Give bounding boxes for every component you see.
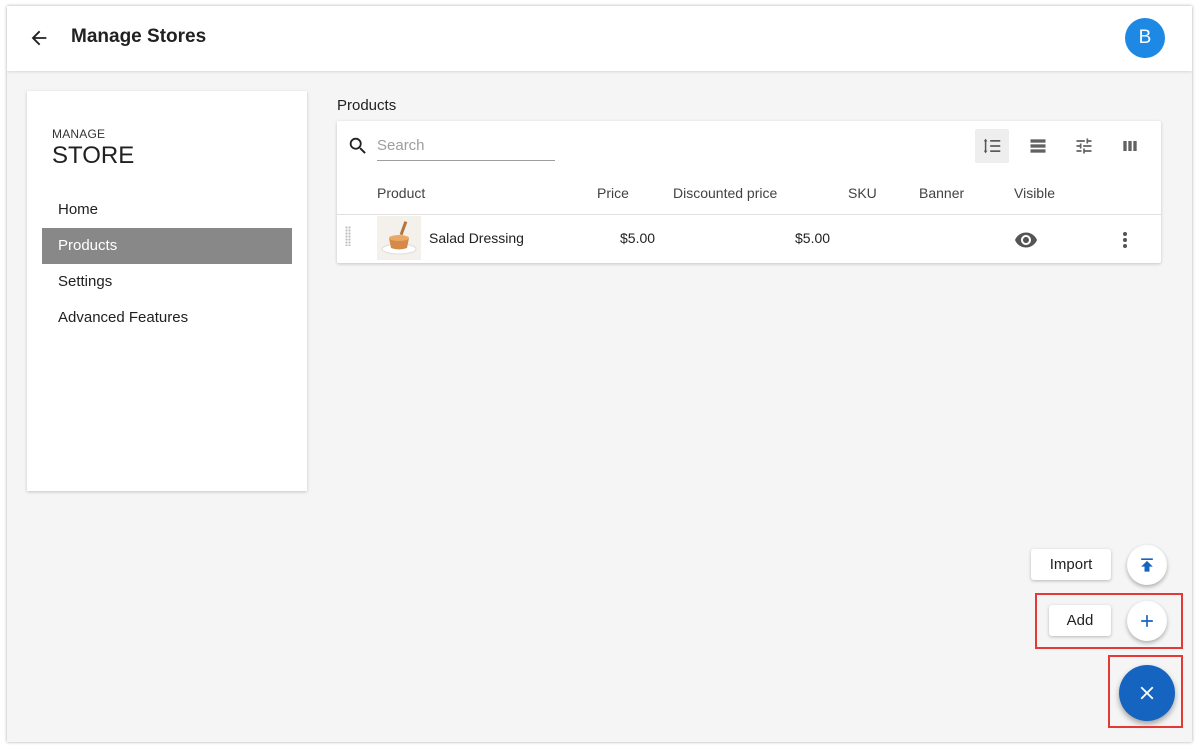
- section-title: Products: [337, 97, 397, 114]
- reorder-toggle[interactable]: [975, 129, 1009, 163]
- page-title: Manage Stores: [71, 26, 207, 47]
- product-price: $5.00: [620, 230, 656, 246]
- product-discounted-price: $5.00: [795, 230, 831, 246]
- sidebar-heading: STORE: [52, 142, 135, 169]
- table-row[interactable]: Salad Dressing $5.00 $5.00: [337, 214, 1161, 263]
- search-icon: [349, 137, 366, 154]
- tune-icon: [1076, 138, 1092, 154]
- import-button[interactable]: [1127, 545, 1167, 585]
- back-button[interactable]: [25, 24, 53, 52]
- column-header-sku[interactable]: SKU: [848, 185, 877, 201]
- highlight-fab: [1108, 655, 1183, 728]
- view-list-icon: [1030, 139, 1046, 153]
- app-frame: Manage Stores B MANAGE STORE Home Produc…: [7, 6, 1192, 742]
- highlight-add: [1035, 593, 1183, 649]
- search-input[interactable]: [377, 131, 555, 161]
- eye-icon: [1015, 232, 1037, 248]
- view-list-button[interactable]: [1021, 129, 1055, 163]
- more-vert-icon: [1123, 232, 1127, 248]
- sidebar-item-settings[interactable]: Settings: [42, 264, 292, 300]
- publish-icon: [1141, 558, 1153, 572]
- column-header-price[interactable]: Price: [597, 185, 629, 201]
- view-column-icon: [1123, 141, 1137, 151]
- sidebar-nav: Home Products Settings Advanced Features: [42, 192, 292, 336]
- sidebar-eyebrow: MANAGE: [52, 127, 106, 141]
- sidebar-item-advanced-features[interactable]: Advanced Features: [42, 300, 292, 336]
- columns-button[interactable]: [1113, 129, 1147, 163]
- column-header-product[interactable]: Product: [377, 185, 425, 201]
- product-name: Salad Dressing: [429, 230, 524, 246]
- row-menu-button[interactable]: [1115, 228, 1135, 252]
- product-thumbnail: [377, 216, 421, 260]
- avatar[interactable]: B: [1125, 18, 1165, 58]
- column-header-visible[interactable]: Visible: [1014, 185, 1055, 201]
- sidebar: MANAGE STORE Home Products Settings Adva…: [27, 91, 307, 491]
- column-header-banner[interactable]: Banner: [919, 185, 964, 201]
- sidebar-item-products[interactable]: Products: [42, 228, 292, 264]
- sidebar-item-home[interactable]: Home: [42, 192, 292, 228]
- column-header-discounted-price[interactable]: Discounted price: [673, 185, 777, 201]
- reorder-icon: [983, 138, 1001, 154]
- drag-handle[interactable]: [345, 226, 351, 246]
- products-table-card: Product Price Discounted price SKU Banne…: [337, 121, 1161, 263]
- arrow-back-icon: [31, 30, 47, 46]
- import-label[interactable]: Import: [1031, 549, 1111, 580]
- salad-dressing-image: [377, 216, 421, 260]
- app-bar: Manage Stores B: [7, 6, 1192, 71]
- visibility-toggle[interactable]: [1014, 228, 1038, 252]
- filter-button[interactable]: [1067, 129, 1101, 163]
